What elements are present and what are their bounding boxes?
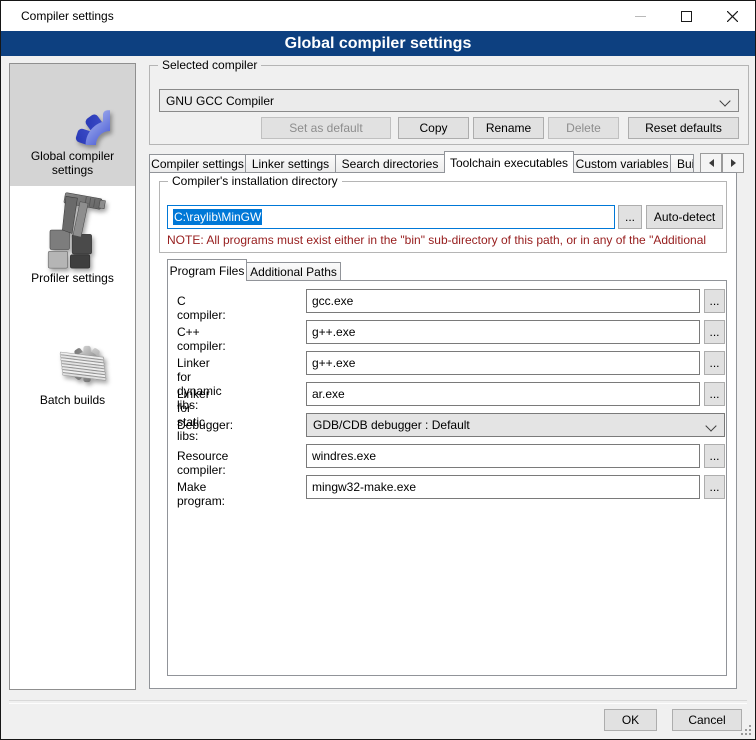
page-title: Global compiler settings [1,31,755,56]
c-compiler-browse-button[interactable]: ... [704,289,725,313]
cpp-compiler-value: g++.exe [312,325,355,339]
subtab-additional-paths[interactable]: Additional Paths [246,262,341,280]
auto-detect-button[interactable]: Auto-detect [646,205,723,229]
set-as-default-button[interactable]: Set as default [261,117,391,139]
minimize-icon [635,11,646,22]
sidebar-item-batch-builds[interactable]: Batch builds [10,308,135,430]
c-compiler-input[interactable]: gcc.exe [306,289,700,313]
debugger-label: Debugger: [177,418,233,432]
resource-compiler-label: Resource compiler: [177,449,228,477]
settings-sidebar: Global compiler settings [9,63,136,690]
resource-compiler-value: windres.exe [312,449,376,463]
minimize-button[interactable] [617,1,663,31]
make-program-input[interactable]: mingw32-make.exe [306,475,700,499]
debugger-combobox[interactable]: GDB/CDB debugger : Default [306,413,725,437]
linker-dynamic-value: g++.exe [312,356,355,370]
make-program-label: Make program: [177,480,225,508]
tab-search-directories[interactable]: Search directories [335,154,445,172]
grey-gear-stack-icon [34,313,112,391]
blue-gear-icon [34,69,112,147]
cpp-compiler-input[interactable]: g++.exe [306,320,700,344]
scroll-left-icon [709,159,714,167]
maximize-icon [681,11,692,22]
linker-static-label: Linker for static libs: [177,387,210,443]
tab-compiler-settings[interactable]: Compiler settings [149,154,246,172]
tab-linker-settings[interactable]: Linker settings [245,154,336,172]
bin-subdirectory-note: NOTE: All programs must exist either in … [167,233,723,247]
main-tabstrip: Compiler settings Linker settings Search… [149,151,745,174]
subtab-program-files[interactable]: Program Files [167,259,247,281]
rename-button[interactable]: Rename [473,117,544,139]
delete-button[interactable]: Delete [548,117,619,139]
linker-dynamic-input[interactable]: g++.exe [306,351,700,375]
compiler-combobox-value: GNU GCC Compiler [166,94,274,108]
make-program-browse-button[interactable]: ... [704,475,725,499]
chevron-down-icon [705,420,716,431]
linker-static-value: ar.exe [312,387,345,401]
resource-compiler-browse-button[interactable]: ... [704,444,725,468]
cancel-button[interactable]: Cancel [672,709,742,731]
linker-dynamic-browse-button[interactable]: ... [704,351,725,375]
tab-custom-variables[interactable]: Custom variables [573,154,671,172]
sidebar-item-label: Batch builds [40,393,105,407]
cpp-compiler-label: C++ compiler: [177,325,226,353]
close-button[interactable] [709,1,755,31]
installation-directory-input[interactable]: C:\raylib\MinGW [167,205,615,229]
paths-tabstrip: Program Files Additional Paths [167,259,727,282]
tab-toolchain-executables[interactable]: Toolchain executables [444,151,574,173]
caliper-icon [34,191,112,269]
selected-compiler-group-label: Selected compiler [158,58,261,72]
tab-build-truncated[interactable]: Build [670,154,694,172]
resource-compiler-input[interactable]: windres.exe [306,444,700,468]
tab-scroll-left-button[interactable] [700,153,722,173]
sidebar-item-label: Global compiler settings [10,149,135,177]
compiler-combobox[interactable]: GNU GCC Compiler [159,89,739,112]
debugger-combobox-value: GDB/CDB debugger : Default [313,418,470,432]
cpp-compiler-browse-button[interactable]: ... [704,320,725,344]
tab-scroll-right-button[interactable] [722,153,744,173]
ok-button[interactable]: OK [604,709,657,731]
caption-buttons [617,1,755,31]
copy-button[interactable]: Copy [398,117,469,139]
scroll-right-icon [731,159,736,167]
sidebar-item-label: Profiler settings [31,271,114,285]
sidebar-item-profiler-settings[interactable]: Profiler settings [10,186,135,308]
installation-directory-browse-button[interactable]: ... [618,205,642,229]
installation-directory-group-label: Compiler's installation directory [168,174,342,188]
c-compiler-label: C compiler: [177,294,226,322]
sidebar-item-global-compiler-settings[interactable]: Global compiler settings [10,64,135,186]
window-title: Compiler settings [21,1,114,31]
linker-static-input[interactable]: ar.exe [306,382,700,406]
selected-compiler-group: Selected compiler GNU GCC Compiler Set a… [149,65,749,145]
installation-directory-selected-text: C:\raylib\MinGW [173,209,262,225]
resize-grip[interactable] [740,724,751,735]
chevron-down-icon [719,95,730,106]
title-bar: Compiler settings [1,1,755,31]
compiler-settings-dialog: Compiler settings Global compiler settin… [0,0,756,740]
close-icon [727,11,738,22]
footer-divider [9,700,747,704]
maximize-button[interactable] [663,1,709,31]
linker-static-browse-button[interactable]: ... [704,382,725,406]
reset-defaults-button[interactable]: Reset defaults [628,117,739,139]
c-compiler-value: gcc.exe [312,294,353,308]
make-program-value: mingw32-make.exe [312,480,416,494]
